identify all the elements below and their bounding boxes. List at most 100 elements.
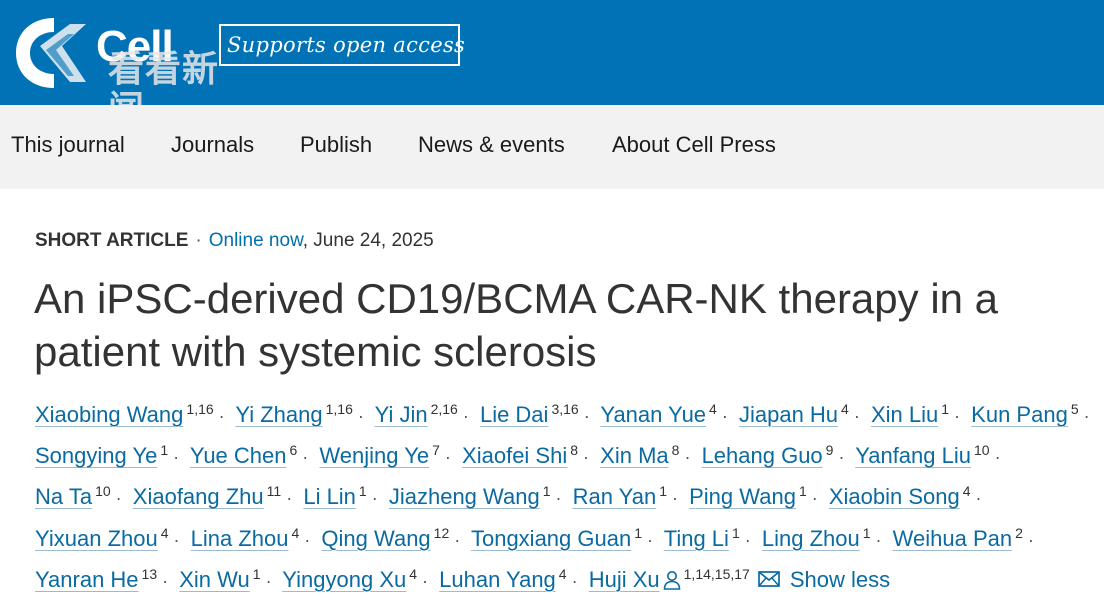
online-now-link[interactable]: Online now (209, 230, 303, 251)
author-item: Yi Zhang 1,16 · (235, 401, 369, 427)
author-item: Jiazheng Wang 1 · (389, 483, 567, 509)
author-name[interactable]: Songying Ye (35, 443, 157, 468)
author-separator: · (1083, 406, 1090, 426)
author-name[interactable]: Li Lin (303, 484, 356, 509)
author-affiliation: 1 (659, 483, 667, 500)
main-nav: This journal Journals Publish News & eve… (0, 105, 1104, 189)
author-list: Xiaobing Wang 1,16 · Yi Zhang 1,16 · Yi Jin 2… (35, 392, 1095, 598)
author-item: Na Ta 10 · (35, 483, 127, 509)
author-item: Yi Jin 2,16 · (375, 401, 474, 427)
author-affiliation: 4 (409, 565, 418, 582)
author-name[interactable]: Ping Wang (689, 484, 796, 509)
publication-date: , June 24, 2025 (302, 230, 434, 251)
author-affiliation: 1 (542, 483, 551, 500)
article-type: SHORT ARTICLE (35, 230, 189, 251)
author-name[interactable]: Wenjing Ye (319, 443, 429, 468)
author-separator: · (555, 488, 562, 509)
author-name[interactable]: Xiaobin Song (829, 484, 960, 509)
open-access-badge[interactable]: Supports open access (219, 24, 465, 66)
author-name[interactable]: Yingyong Xu (282, 567, 406, 592)
author-item: Weihua Pan 2 · (893, 524, 1039, 551)
author-separator: · (721, 406, 728, 426)
author-name[interactable]: Ran Yan (573, 484, 657, 509)
author-item: Ping Wang 1 · (689, 483, 823, 509)
author-separator: · (684, 447, 691, 468)
nav-journals[interactable]: Journals (171, 105, 254, 189)
author-name[interactable]: Yue Chen (190, 443, 287, 468)
author-separator: · (162, 570, 169, 591)
author-name[interactable]: Jiapan Hu (739, 402, 838, 427)
author-name[interactable]: Xin Wu (179, 567, 250, 592)
email-icon[interactable] (757, 569, 780, 589)
author-item: Yixuan Zhou 4 · (35, 525, 185, 551)
author-name[interactable]: Yanfang Liu (855, 443, 971, 468)
author-name[interactable]: Kun Pang (971, 402, 1068, 427)
author-name[interactable]: Ting Li (664, 526, 729, 551)
author-name[interactable]: Xiaobing Wang (35, 402, 183, 427)
author-name[interactable]: Ling Zhou (762, 526, 860, 551)
author-name[interactable]: Yanan Yue (600, 402, 706, 427)
author-item: Luhan Yang 4 · (439, 566, 582, 592)
author-name[interactable]: Yi Jin (375, 402, 428, 427)
author-name[interactable]: Xiaofang Zhu (133, 484, 264, 509)
author-name[interactable]: Yi Zhang (235, 402, 322, 427)
author-affiliation: 8 (671, 442, 680, 459)
author-affiliation: 1 (160, 442, 169, 459)
author-separator: · (357, 406, 364, 426)
author-separator: · (853, 406, 860, 426)
author-separator: · (371, 488, 378, 509)
nav-news-events[interactable]: News & events (418, 105, 565, 189)
author-separator: · (1027, 529, 1034, 550)
author-affiliation: 1 (862, 524, 871, 541)
author-affiliation: 2 (1015, 524, 1023, 541)
author-item: Xiaobing Wang 1,16 · (35, 401, 230, 427)
author-name[interactable]: Tongxiang Guan (471, 526, 631, 551)
author-name[interactable]: Xiaofei Shi (462, 443, 567, 468)
author-name[interactable]: Qing Wang (321, 526, 430, 551)
author-affiliation: 5 (1070, 401, 1079, 417)
show-less-button[interactable]: Show less (790, 567, 890, 592)
cell-wordmark: Cell (96, 22, 174, 71)
author-affiliation: 4 (841, 401, 849, 417)
author-name[interactable]: Lehang Guo (702, 443, 823, 468)
article-meta: SHORT ARTICLE · Online now, June 24, 2025 (35, 229, 434, 253)
author-item: Xin Wu 1 · (179, 566, 276, 592)
author-affiliation: 1 (634, 524, 642, 541)
author-separator: · (647, 529, 653, 550)
author-separator: · (811, 488, 818, 509)
author-name[interactable]: Yanran He (35, 567, 139, 592)
author-name[interactable]: Lie Dai (480, 402, 548, 427)
author-separator: · (583, 447, 590, 468)
author-affiliation: 1 (798, 483, 807, 500)
author-name[interactable]: Luhan Yang (439, 567, 556, 592)
author-name[interactable]: Lina Zhou (191, 526, 289, 551)
author-name[interactable]: Jiazheng Wang (389, 484, 540, 509)
author-separator: · (302, 447, 309, 468)
author-name[interactable]: Xin Liu (871, 402, 938, 427)
article-title: An iPSC-derived CD19/BCMA CAR-NK therapy… (34, 275, 999, 375)
author-separator: · (583, 406, 590, 426)
cell-logo[interactable]: Cell 看看新闻 (12, 14, 252, 130)
author-separator: · (744, 529, 751, 550)
person-icon[interactable] (663, 570, 681, 590)
author-affiliation: 9 (825, 442, 834, 459)
author-item: Qing Wang 12 · (321, 525, 465, 551)
site-header: Cell 看看新闻 Supports open access (0, 0, 1104, 130)
author-name[interactable]: Na Ta (35, 484, 92, 509)
author-affiliation: 1,14,15,17 (683, 565, 750, 582)
author-name[interactable]: Xin Ma (600, 443, 668, 468)
nav-this-journal[interactable]: This journal (11, 105, 125, 189)
author-separator: · (875, 529, 882, 550)
author-name[interactable]: Huji Xu (589, 567, 660, 592)
author-affiliation: 3,16 (551, 401, 579, 417)
corresponding-author: Huji Xu 1,14,15,17 Show less (589, 565, 890, 592)
author-item: Kun Pang 5 · (971, 401, 1094, 427)
author-item: Yanran He 13 · (35, 566, 173, 592)
author-name[interactable]: Weihua Pan (893, 526, 1012, 551)
nav-publish[interactable]: Publish (300, 105, 372, 189)
author-item: Yanan Yue 4 · (600, 401, 732, 427)
nav-about-cell-press[interactable]: About Cell Press (612, 105, 776, 189)
author-name[interactable]: Yixuan Zhou (35, 526, 158, 551)
author-affiliation: 1 (358, 483, 367, 500)
author-item: Ran Yan 1 · (573, 483, 683, 509)
